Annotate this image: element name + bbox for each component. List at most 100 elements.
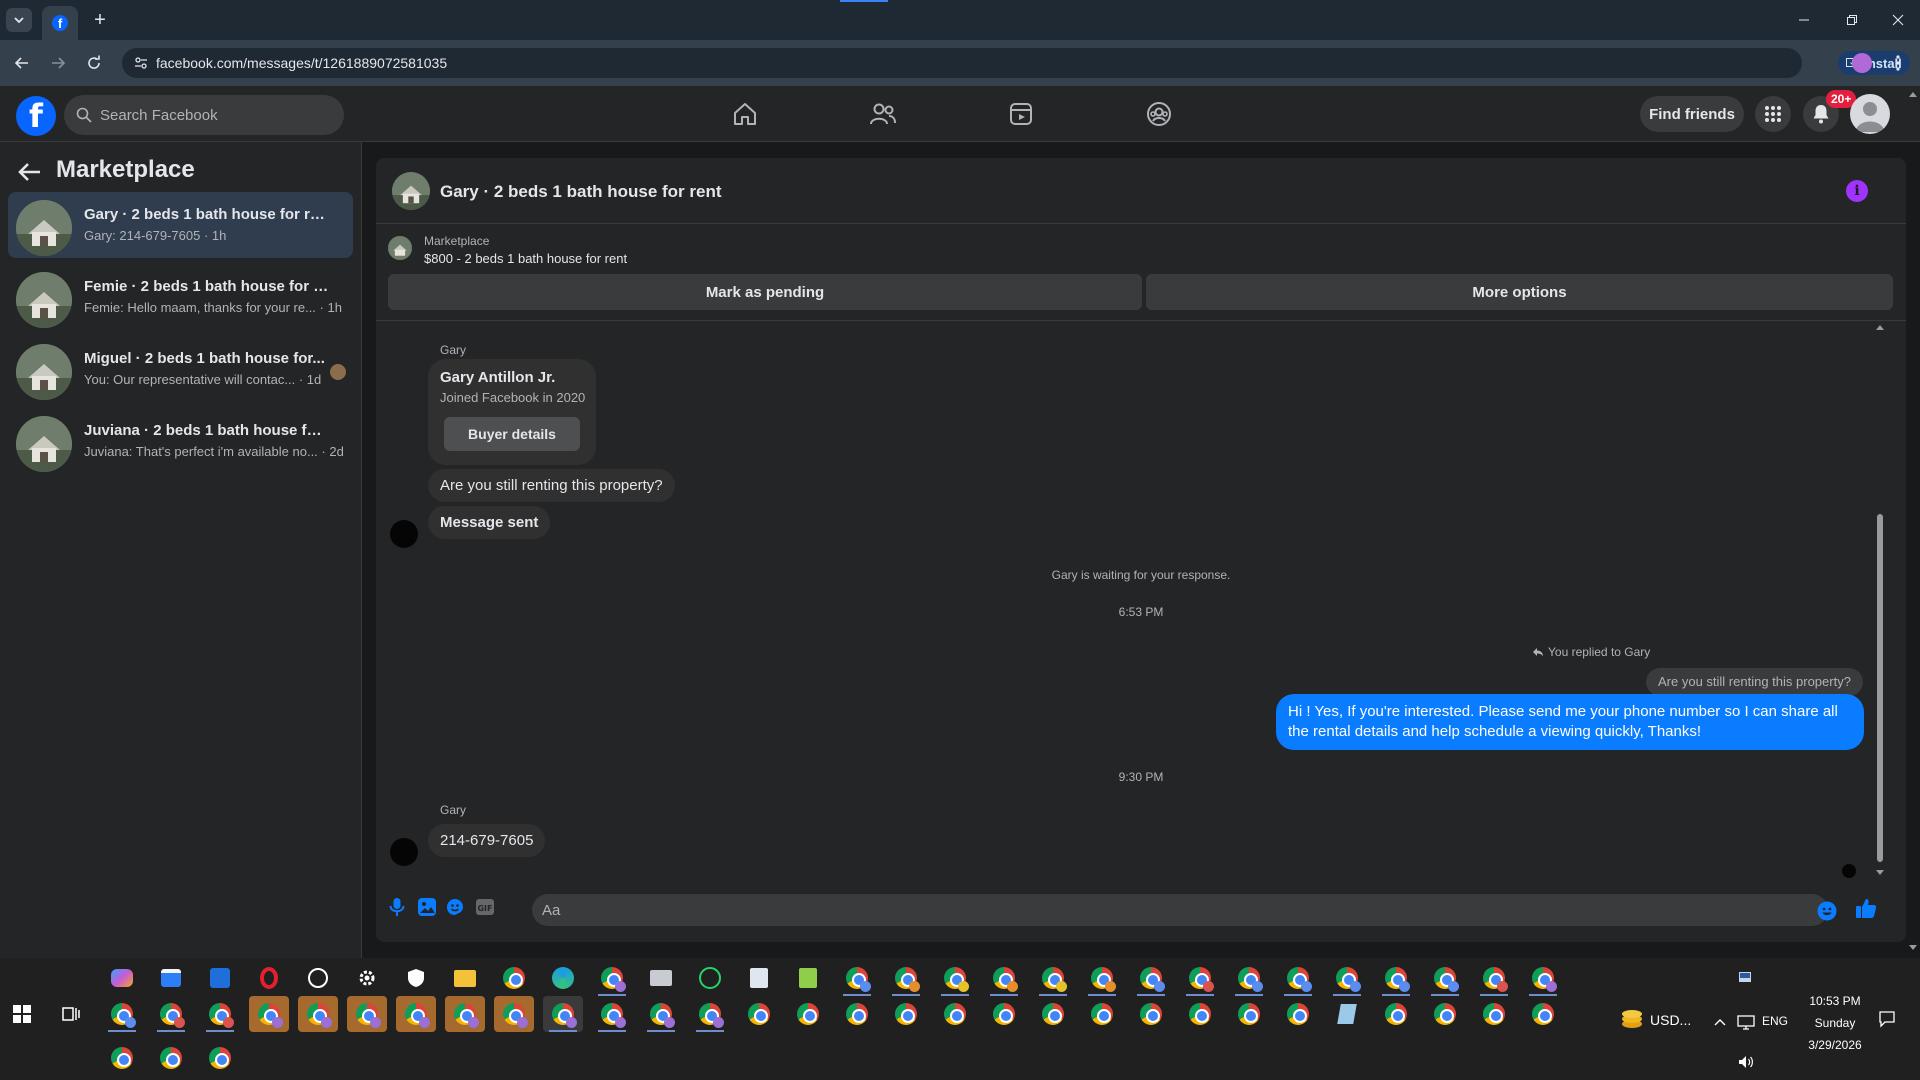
listing-name[interactable]: $800 - 2 beds 1 bath house for rent	[424, 251, 627, 266]
chrome-icon[interactable]	[886, 996, 926, 1032]
chrome-profile-icon[interactable]	[1474, 960, 1514, 996]
new-tab-button[interactable]: +	[88, 8, 112, 32]
chrome-profile-icon[interactable]	[445, 996, 485, 1032]
language-indicator[interactable]: ENG	[1762, 1014, 1788, 1028]
sender-avatar[interactable]	[390, 520, 418, 548]
browser-tab-facebook[interactable]: f	[42, 6, 78, 40]
incoming-message[interactable]: Are you still renting this property?	[428, 469, 675, 502]
find-friends-button[interactable]: Find friends	[1640, 96, 1744, 132]
chrome-icon[interactable]	[788, 996, 828, 1032]
chrome-profile-icon[interactable]	[1180, 960, 1220, 996]
chrome-profile-icon[interactable]	[1523, 960, 1563, 996]
chrome-profile-icon[interactable]	[1229, 960, 1269, 996]
chrome-profile-icon[interactable]	[886, 960, 926, 996]
chrome-icon[interactable]	[1474, 996, 1514, 1032]
scrollbar-thumb[interactable]	[1877, 514, 1883, 862]
notepad-icon[interactable]	[788, 960, 828, 996]
back-icon[interactable]	[10, 51, 34, 75]
chrome-icon[interactable]	[200, 1040, 240, 1076]
settings-gear-icon[interactable]	[347, 960, 387, 996]
account-avatar[interactable]	[1850, 94, 1890, 134]
conversation-item[interactable]: Juviana · 2 beds 1 bath house for r... J…	[8, 408, 353, 474]
close-window-icon[interactable]	[1878, 8, 1918, 32]
conversation-item[interactable]: Femie · 2 beds 1 bath house for rent Fem…	[8, 264, 353, 330]
chrome-profile-icon[interactable]	[151, 996, 191, 1032]
chrome-icon[interactable]	[1523, 996, 1563, 1032]
chrome-icon[interactable]	[739, 996, 779, 1032]
chrome-icon[interactable]	[935, 996, 975, 1032]
chrome-icon[interactable]	[837, 996, 877, 1032]
chrome-profile-icon[interactable]	[543, 996, 583, 1032]
chrome-icon[interactable]	[1082, 996, 1122, 1032]
currency-widget-text[interactable]: USD...	[1650, 1012, 1691, 1028]
chrome-icon[interactable]	[984, 996, 1024, 1032]
chrome-icon[interactable]	[102, 1040, 142, 1076]
chrome-profile-icon[interactable]	[1278, 960, 1318, 996]
chrome-profile-icon[interactable]	[249, 996, 289, 1032]
chrome-icon[interactable]	[494, 960, 534, 996]
chrome-profile-icon[interactable]	[837, 960, 877, 996]
chrome-icon[interactable]	[1376, 996, 1416, 1032]
chrome-profile-icon[interactable]	[1131, 960, 1171, 996]
notification-center-icon[interactable]	[1878, 1010, 1896, 1028]
info-icon[interactable]: i	[1846, 180, 1868, 202]
groups-icon[interactable]	[1139, 96, 1179, 132]
emoji-icon[interactable]	[1816, 900, 1838, 922]
photo-icon[interactable]	[416, 896, 438, 918]
facebook-logo[interactable]: f	[16, 96, 56, 136]
tray-app-icon[interactable]	[1738, 970, 1752, 984]
edge-icon[interactable]	[543, 960, 583, 996]
mark-as-pending-button[interactable]: Mark as pending	[388, 274, 1142, 310]
task-view-icon[interactable]	[51, 996, 91, 1032]
chrome-profile-icon[interactable]	[1376, 960, 1416, 996]
friends-icon[interactable]	[863, 96, 903, 132]
app-icon[interactable]	[200, 960, 240, 996]
chrome-profile-icon[interactable]	[641, 996, 681, 1032]
copilot-icon[interactable]	[102, 960, 142, 996]
sender-avatar[interactable]	[390, 838, 418, 866]
chat-listing-thumbnail[interactable]	[392, 172, 430, 210]
tray-chevron-up-icon[interactable]	[1714, 1018, 1726, 1026]
network-icon[interactable]	[1737, 1014, 1755, 1030]
chrome-icon[interactable]	[1033, 996, 1073, 1032]
app-icon[interactable]	[1327, 996, 1367, 1032]
chrome-profile-icon[interactable]	[494, 996, 534, 1032]
sticker-icon[interactable]	[444, 896, 466, 918]
address-bar[interactable]: facebook.com/messages/t/1261889072581035…	[122, 48, 1910, 78]
chrome-profile-icon[interactable]	[1425, 960, 1465, 996]
search-box[interactable]: Search Facebook	[64, 95, 344, 135]
tab-search-button[interactable]	[6, 8, 32, 32]
buyer-details-button[interactable]: Buyer details	[444, 417, 580, 451]
back-arrow-icon[interactable]	[16, 158, 44, 186]
chrome-profile-icon[interactable]	[1327, 960, 1367, 996]
conversation-item[interactable]: Gary · 2 beds 1 bath house for rent Gary…	[8, 192, 353, 258]
chrome-profile-icon[interactable]	[592, 996, 632, 1032]
chatgpt-icon[interactable]	[298, 960, 338, 996]
page-scroll-up-icon[interactable]	[1908, 90, 1918, 98]
message-input[interactable]	[532, 894, 1828, 926]
reload-icon[interactable]	[82, 51, 106, 75]
more-options-button[interactable]: More options	[1146, 274, 1893, 310]
forward-icon[interactable]	[46, 51, 70, 75]
chrome-profile-icon[interactable]	[935, 960, 975, 996]
chrome-profile-icon[interactable]	[396, 996, 436, 1032]
security-shield-icon[interactable]	[396, 960, 436, 996]
quoted-message[interactable]: Are you still renting this property?	[1646, 668, 1863, 696]
opera-icon[interactable]	[249, 960, 289, 996]
home-icon[interactable]	[725, 96, 765, 132]
chrome-profile-icon[interactable]	[347, 996, 387, 1032]
chrome-profile-icon[interactable]	[592, 960, 632, 996]
page-scroll-down-icon[interactable]	[1908, 944, 1918, 952]
chrome-icon[interactable]	[1278, 996, 1318, 1032]
restore-icon[interactable]	[1832, 8, 1872, 32]
clock[interactable]: 10:53 PM Sunday 3/29/2026	[1800, 990, 1870, 1056]
outgoing-message[interactable]: Hi ! Yes, If you're interested. Please s…	[1276, 694, 1864, 750]
chrome-icon[interactable]	[1425, 996, 1465, 1032]
site-info-icon[interactable]	[134, 56, 148, 70]
menu-kebab-icon[interactable]	[1886, 51, 1910, 75]
currency-widget-icon[interactable]	[1620, 1008, 1644, 1030]
chrome-icon[interactable]	[1131, 996, 1171, 1032]
chrome-icon[interactable]	[1229, 996, 1269, 1032]
contacts-icon[interactable]	[739, 960, 779, 996]
file-explorer-icon[interactable]	[445, 960, 485, 996]
